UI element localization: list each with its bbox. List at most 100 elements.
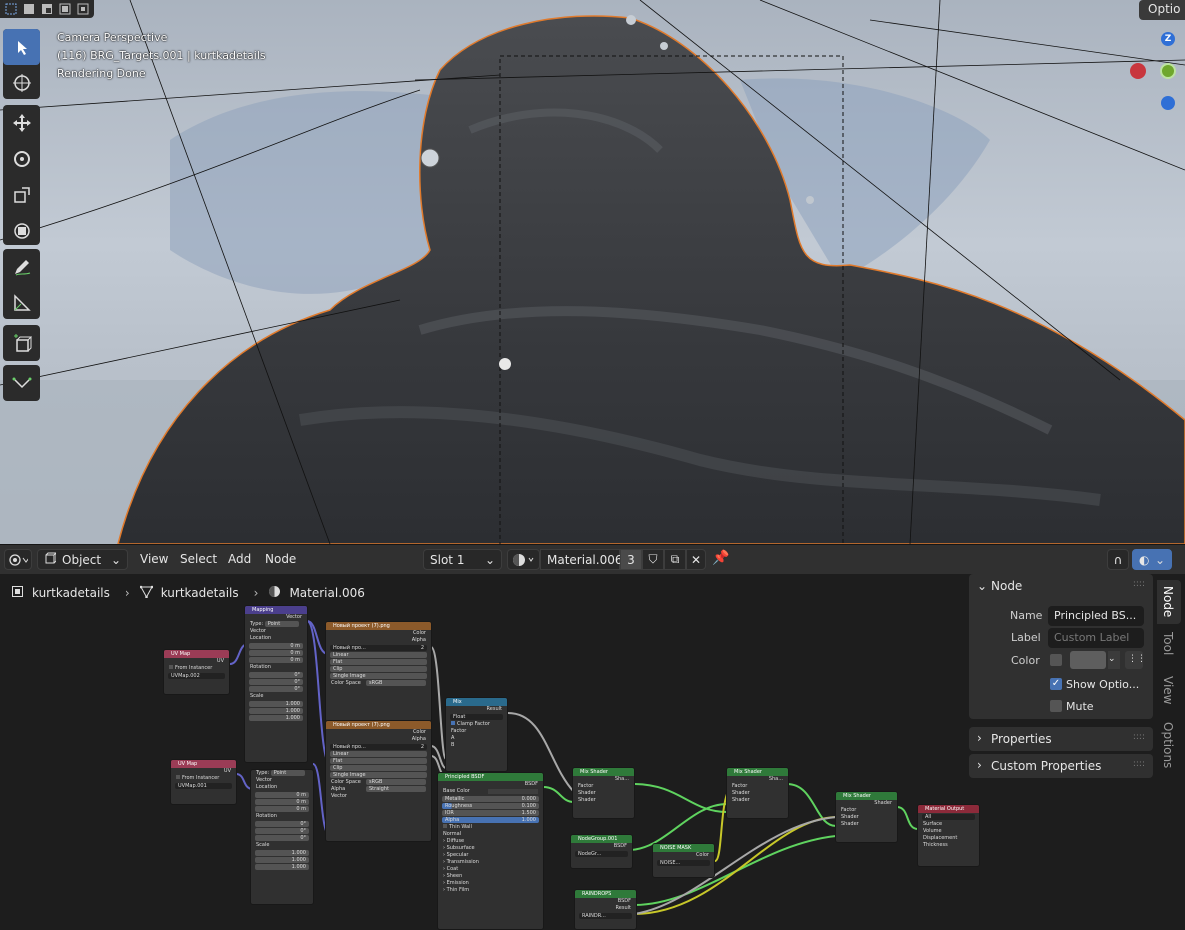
breadcrumb-material[interactable]: Material.006 — [289, 586, 364, 600]
show-options-checkbox[interactable]: ✓ — [1050, 678, 1062, 690]
uv-map-node[interactable]: UV Map UV From Instancer UVMap.002 — [163, 649, 230, 695]
from-instancer-checkbox[interactable]: From Instancer — [171, 775, 236, 782]
material-browse-button[interactable] — [507, 549, 540, 570]
select-subtract-icon[interactable] — [39, 1, 55, 17]
mix-shader-node[interactable]: Mix Shader Sha... Factor Shader Shader — [726, 767, 789, 819]
raindrops-node[interactable]: RAINDROPS BSDF Result RAINDR... — [574, 889, 637, 930]
subpanel-coat[interactable]: › Coat — [438, 866, 543, 873]
drag-handle-icon[interactable]: :::: — [1133, 732, 1145, 742]
snapping-toggle[interactable]: ∩ — [1107, 549, 1129, 570]
mapping-node[interactable]: Type: Point Vector Location 0 m 0 m 0 m … — [250, 769, 314, 905]
select-new-icon[interactable] — [3, 1, 19, 17]
custom-properties-panel[interactable]: › Custom Properties :::: — [969, 754, 1153, 778]
subpanel-specular[interactable]: › Specular — [438, 852, 543, 859]
pin-icon[interactable]: 📌 — [712, 550, 729, 566]
node-label-field[interactable]: Custom Label — [1048, 628, 1144, 648]
image-selector[interactable]: Новый про... 2 — [330, 645, 427, 651]
chevron-down-icon[interactable]: ⌄ — [977, 579, 987, 593]
curve-tool[interactable] — [3, 365, 40, 401]
tab-options[interactable]: Options — [1161, 722, 1175, 768]
clamp-factor-checkbox[interactable]: Clamp Factor — [446, 721, 507, 728]
annotate-tool[interactable] — [3, 249, 40, 285]
raindrops-group-selector[interactable]: RAINDR... — [579, 913, 632, 919]
material-name-field[interactable]: Material.006 — [540, 549, 622, 570]
alpha-slider[interactable]: Alpha 1.000 — [442, 817, 539, 823]
use-color-checkbox[interactable] — [1050, 654, 1062, 666]
editor-type-button[interactable] — [4, 549, 32, 570]
breadcrumb-mesh[interactable]: kurtkadetails — [161, 586, 239, 600]
rotate-tool[interactable] — [3, 141, 40, 177]
menu-select[interactable]: Select — [180, 552, 217, 566]
roughness-slider[interactable]: Roughness 0.100 — [442, 803, 539, 809]
mix-shader-node[interactable]: Mix Shader Shader Factor Shader Shader — [835, 791, 898, 843]
noise-mask-node[interactable]: NOISE MASK Color NOISE... — [652, 843, 715, 878]
mix-node[interactable]: Mix Result Float Clamp Factor Factor A B — [445, 697, 508, 772]
gizmo-x-negative[interactable] — [1130, 63, 1146, 79]
object-type-dropdown[interactable]: Object ⌄ — [37, 549, 128, 570]
gizmo-z-axis[interactable]: Z — [1161, 32, 1175, 46]
scale-tool[interactable] — [3, 177, 40, 213]
from-instancer-checkbox[interactable]: From Instancer — [164, 665, 229, 672]
subpanel-diffuse[interactable]: › Diffuse — [438, 838, 543, 845]
noise-group-selector[interactable]: NOISE... — [657, 860, 710, 866]
cursor-arrow-icon — [17, 41, 27, 55]
color-presets-icon[interactable]: ⋮⋮ — [1125, 651, 1146, 669]
tab-tool[interactable]: Tool — [1161, 632, 1175, 655]
material-users-count[interactable]: 3 — [620, 549, 642, 570]
options-button[interactable]: Optio — [1139, 0, 1185, 20]
select-extend-icon[interactable] — [21, 1, 37, 17]
unlink-material-button[interactable]: ✕ — [686, 549, 706, 570]
mapping-node[interactable]: Mapping Vector Type: Point Vector Locati… — [244, 605, 308, 763]
image-selector[interactable]: Новый про... 2 — [330, 744, 427, 750]
menu-node[interactable]: Node — [265, 552, 296, 566]
menu-add[interactable]: Add — [228, 552, 251, 566]
node-group-node[interactable]: NodeGroup.001 BSDF NodeGr... — [570, 834, 633, 869]
subpanel-subsurface[interactable]: › Subsurface — [438, 845, 543, 852]
uv-map-field[interactable]: UVMap.002 — [168, 673, 225, 679]
select-box-tool[interactable] — [3, 29, 40, 65]
breadcrumb-object[interactable]: kurtkadetails — [32, 586, 110, 600]
gizmo-y-axis[interactable] — [1160, 63, 1176, 79]
image-texture-node[interactable]: Новый проект (7).png Color Alpha Новый п… — [325, 621, 432, 722]
subpanel-emission[interactable]: › Emission — [438, 880, 543, 887]
subpanel-transmission[interactable]: › Transmission — [438, 859, 543, 866]
overlay-toggle[interactable]: ◐ ⌄ — [1132, 549, 1172, 570]
select-invert-icon[interactable] — [57, 1, 73, 17]
output-target-dropdown[interactable]: All — [922, 814, 975, 820]
image-texture-node[interactable]: Новый проект (7).png Color Alpha Новый п… — [325, 720, 432, 842]
mix-shader-node[interactable]: Mix Shader Sha... Factor Shader Shader — [572, 767, 635, 819]
tab-view[interactable]: View — [1161, 676, 1175, 704]
mute-checkbox[interactable] — [1050, 700, 1062, 712]
cursor-tool[interactable] — [3, 65, 40, 101]
slot-dropdown[interactable]: Slot 1 ⌄ — [423, 549, 502, 570]
select-intersect-icon[interactable] — [75, 1, 91, 17]
drag-handle-icon[interactable]: :::: — [1133, 759, 1145, 769]
metallic-slider[interactable]: Metallic 0.000 — [442, 796, 539, 802]
node-name-field[interactable]: Principled BS... — [1048, 606, 1144, 626]
base-color-swatch[interactable] — [488, 789, 538, 794]
chevron-down-icon[interactable]: ⌄ — [1108, 651, 1120, 669]
principled-bsdf-node[interactable]: Principled BSDF BSDF Base Color Metallic… — [437, 772, 544, 930]
measure-tool[interactable] — [3, 285, 40, 321]
drag-handle-icon[interactable]: :::: — [1133, 579, 1145, 589]
fake-user-button[interactable]: ⛉ — [642, 549, 664, 570]
ior-field[interactable]: IOR 1.500 — [442, 810, 539, 816]
menu-view[interactable]: View — [140, 552, 168, 566]
node-color-swatch[interactable] — [1070, 651, 1106, 669]
uv-map-field[interactable]: UVMap.001 — [175, 783, 232, 789]
object-cube-icon — [44, 552, 58, 567]
tab-node[interactable]: Node — [1161, 586, 1175, 617]
node-group-selector[interactable]: NodeGr... — [575, 851, 628, 857]
uv-map-node[interactable]: UV Map UV From Instancer UVMap.001 — [170, 759, 237, 805]
duplicate-material-button[interactable]: ⧉ — [664, 549, 686, 570]
thin-wall-checkbox[interactable]: Thin Wall — [438, 824, 543, 831]
subpanel-sheen[interactable]: › Sheen — [438, 873, 543, 880]
gizmo-z-negative[interactable] — [1161, 96, 1175, 110]
transform-tool[interactable] — [3, 213, 40, 249]
add-cube-tool[interactable] — [3, 325, 40, 361]
subpanel-thin-film[interactable]: › Thin Film — [438, 887, 543, 894]
3d-viewport[interactable]: Camera Perspective (116) BRG_Targets.001… — [0, 0, 1185, 544]
move-tool[interactable] — [3, 105, 40, 141]
node-panel-title[interactable]: Node — [991, 579, 1022, 593]
properties-panel[interactable]: › Properties :::: — [969, 727, 1153, 751]
